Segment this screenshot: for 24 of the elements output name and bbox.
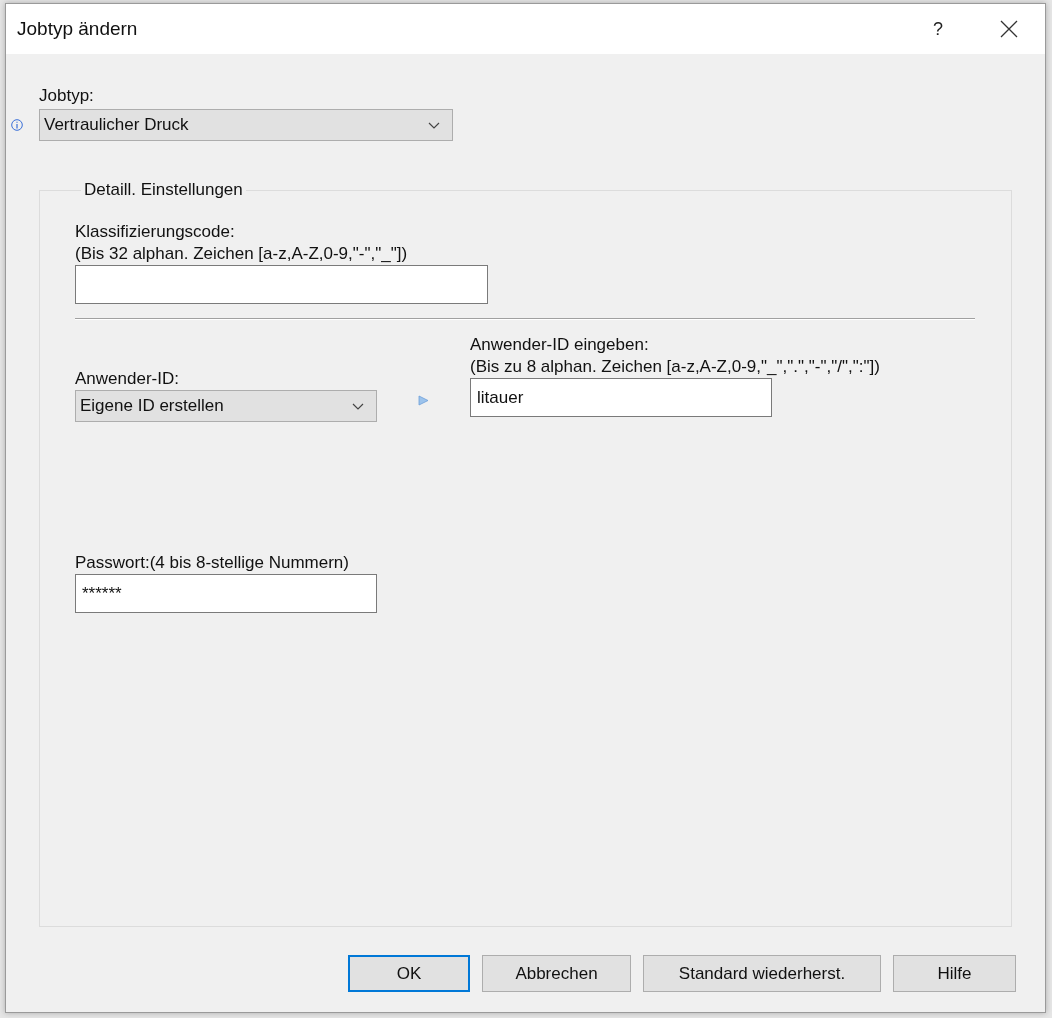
user-id-label: Anwender-ID:: [75, 368, 180, 390]
user-id-input-hint: (Bis zu 8 alphan. Zeichen [a-z,A-Z,0-9,"_",".","-","/",":"]): [470, 356, 880, 378]
close-icon: [1000, 20, 1018, 38]
chevron-down-icon: [428, 121, 440, 129]
password-input[interactable]: ******: [75, 574, 377, 613]
jobtype-dropdown[interactable]: Vertraulicher Druck: [39, 109, 453, 141]
user-id-input[interactable]: litauer: [470, 378, 772, 417]
chevron-down-icon: [352, 402, 364, 410]
dialog-button[interactable]: Abbrechen: [482, 955, 631, 992]
classification-hint: (Bis 32 alphan. Zeichen [a-z,A-Z,0-9,"-","_"]): [75, 243, 409, 265]
classification-label: Klassifizierungscode:: [75, 221, 236, 243]
help-button[interactable]: ?: [918, 18, 958, 40]
user-id-input-label: Anwender-ID eingeben:: [470, 334, 650, 356]
jobtype-label: Jobtyp:: [39, 86, 95, 106]
classification-input[interactable]: [75, 265, 488, 304]
info-icon: [11, 119, 23, 131]
dialog-button[interactable]: Hilfe: [893, 955, 1016, 992]
password-label: Passwort:(4 bis 8-stellige Nummern): [75, 552, 350, 574]
dialog-button[interactable]: Standard wiederherst.: [643, 955, 881, 992]
triangle-right-icon: [418, 395, 429, 406]
window-title: Jobtyp ändern: [17, 18, 139, 40]
group-title: Detaill. Einstellungen: [83, 179, 244, 201]
dialog-button[interactable]: OK: [348, 955, 470, 992]
user-id-dropdown[interactable]: Eigene ID erstellen: [75, 390, 377, 422]
